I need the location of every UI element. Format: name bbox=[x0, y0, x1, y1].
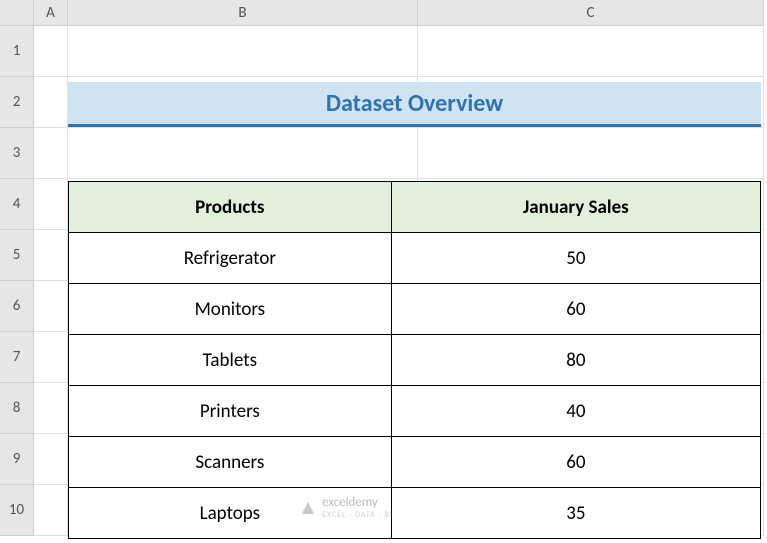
row-header-2[interactable]: 2 bbox=[0, 77, 34, 128]
cell-B1[interactable] bbox=[68, 26, 418, 77]
table-row: Monitors 60 bbox=[69, 284, 761, 335]
cell-A2[interactable] bbox=[34, 77, 68, 128]
row-header-1[interactable]: 1 bbox=[0, 26, 34, 77]
watermark: exceldemy EXCEL · DATA · BI bbox=[300, 495, 393, 520]
row-header-8[interactable]: 8 bbox=[0, 383, 34, 434]
watermark-logo-icon bbox=[300, 500, 316, 516]
cell-sales[interactable]: 50 bbox=[391, 233, 760, 284]
cell-A5[interactable] bbox=[34, 230, 68, 281]
header-products[interactable]: Products bbox=[69, 182, 392, 233]
cell-A7[interactable] bbox=[34, 332, 68, 383]
select-all-corner[interactable] bbox=[0, 0, 34, 26]
cell-product[interactable]: Monitors bbox=[69, 284, 392, 335]
cell-sales[interactable]: 40 bbox=[391, 386, 760, 437]
col-header-A[interactable]: A bbox=[34, 0, 68, 26]
row-header-10[interactable]: 10 bbox=[0, 485, 34, 536]
cell-A4[interactable] bbox=[34, 179, 68, 230]
cell-B3[interactable] bbox=[68, 128, 418, 179]
cell-sales[interactable]: 80 bbox=[391, 335, 760, 386]
cell-C3[interactable] bbox=[418, 128, 764, 179]
title-band: Dataset Overview bbox=[68, 82, 761, 127]
col-header-B[interactable]: B bbox=[68, 0, 418, 26]
cell-A1[interactable] bbox=[34, 26, 68, 77]
cell-product[interactable]: Refrigerator bbox=[69, 233, 392, 284]
watermark-tagline: EXCEL · DATA · BI bbox=[322, 510, 393, 520]
cell-A9[interactable] bbox=[34, 434, 68, 485]
table-header-row: Products January Sales bbox=[69, 182, 761, 233]
row-header-4[interactable]: 4 bbox=[0, 179, 34, 230]
row-header-3[interactable]: 3 bbox=[0, 128, 34, 179]
cell-sales[interactable]: 60 bbox=[391, 437, 760, 488]
data-table: Products January Sales Refrigerator 50 M… bbox=[68, 181, 761, 539]
row-header-6[interactable]: 6 bbox=[0, 281, 34, 332]
table-row: Scanners 60 bbox=[69, 437, 761, 488]
row-header-9[interactable]: 9 bbox=[0, 434, 34, 485]
cell-product[interactable]: Printers bbox=[69, 386, 392, 437]
cell-A3[interactable] bbox=[34, 128, 68, 179]
table-row: Refrigerator 50 bbox=[69, 233, 761, 284]
cell-A6[interactable] bbox=[34, 281, 68, 332]
header-january-sales[interactable]: January Sales bbox=[391, 182, 760, 233]
row-header-5[interactable]: 5 bbox=[0, 230, 34, 281]
page-title: Dataset Overview bbox=[326, 89, 503, 118]
cell-C1[interactable] bbox=[418, 26, 764, 77]
cell-product[interactable]: Tablets bbox=[69, 335, 392, 386]
cell-A8[interactable] bbox=[34, 383, 68, 434]
cell-sales[interactable]: 35 bbox=[391, 488, 760, 539]
cell-sales[interactable]: 60 bbox=[391, 284, 760, 335]
table-row: Laptops 35 bbox=[69, 488, 761, 539]
table-row: Tablets 80 bbox=[69, 335, 761, 386]
cell-A10[interactable] bbox=[34, 485, 68, 536]
col-header-C[interactable]: C bbox=[418, 0, 764, 26]
watermark-brand: exceldemy bbox=[322, 495, 378, 510]
row-header-7[interactable]: 7 bbox=[0, 332, 34, 383]
table-row: Printers 40 bbox=[69, 386, 761, 437]
cell-product[interactable]: Scanners bbox=[69, 437, 392, 488]
